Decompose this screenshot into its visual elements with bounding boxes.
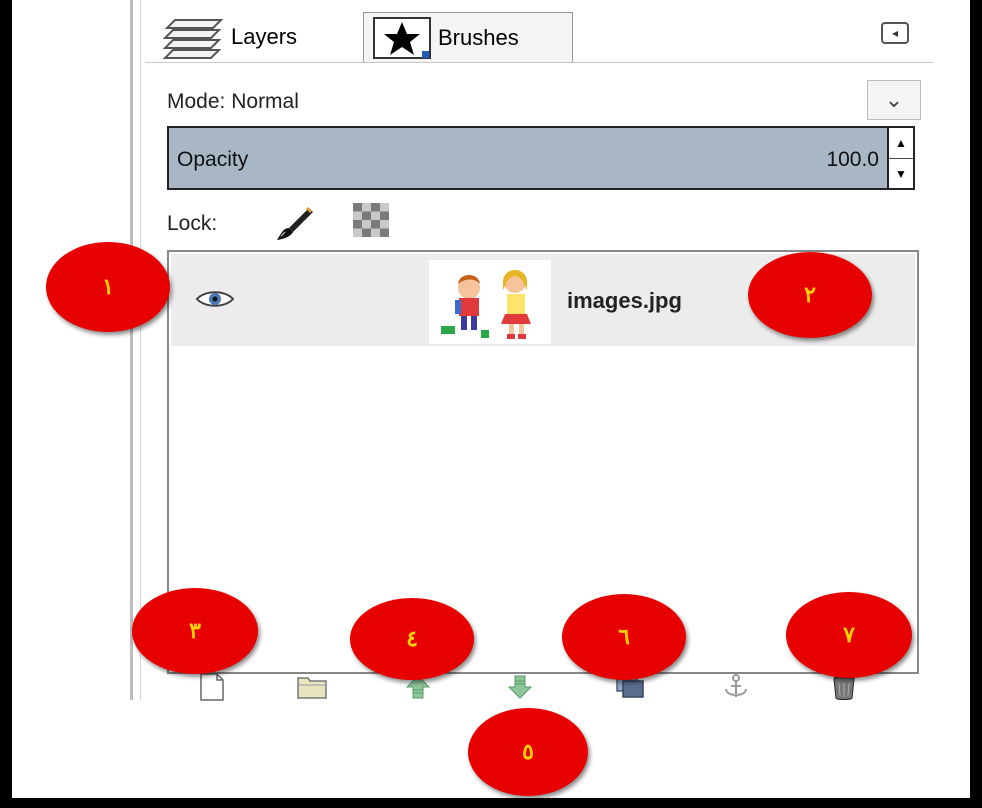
opacity-label: Opacity [177, 148, 249, 171]
mode-label: Mode: [167, 90, 226, 113]
marker-3: ٣ [132, 588, 258, 674]
screenshot-frame: Layers Brushes ◂ Mode: Normal ⌄ Opacity … [12, 0, 970, 798]
new-layer-icon [200, 673, 224, 701]
mode-value: Normal [231, 90, 299, 113]
spin-down-icon[interactable]: ▼ [889, 158, 913, 189]
tab-bar-border [145, 62, 933, 63]
chevron-down-icon: ⌄ [884, 87, 904, 112]
opacity-slider[interactable]: Opacity 100.0 [167, 126, 889, 190]
lock-label: Lock: [167, 212, 218, 235]
layers-dock-panel: Layers Brushes ◂ Mode: Normal ⌄ Opacity … [145, 0, 933, 701]
layers-footer-toolbar [167, 673, 919, 701]
layer-name[interactable]: images.jpg [567, 288, 682, 314]
panel-divider-line [140, 0, 141, 700]
tab-brushes[interactable]: Brushes [363, 12, 573, 62]
opacity-spinner[interactable]: ▲ ▼ [889, 126, 915, 190]
tab-layers[interactable]: Layers [163, 12, 363, 62]
layer-thumbnail-children-image [429, 260, 551, 344]
marker-5: ٥ [468, 708, 588, 796]
eye-visibility-icon[interactable] [195, 288, 235, 310]
lock-pixels-brush-icon[interactable] [275, 204, 315, 244]
marker-1: ١ [46, 242, 170, 332]
layers-icon [163, 19, 224, 59]
new-layer-group-icon [297, 677, 327, 699]
canvas-area [12, 0, 117, 798]
mode-row: Mode: Normal [167, 90, 299, 114]
panel-divider[interactable] [130, 0, 133, 700]
new-layer-group-button[interactable] [295, 670, 329, 704]
marker-6: ٦ [562, 594, 686, 680]
lower-layer-icon [507, 675, 533, 699]
marker-7: ٧ [786, 592, 912, 678]
star-brush-icon [373, 16, 431, 59]
anchor-layer-button[interactable] [719, 670, 753, 704]
lock-alpha-checker-icon[interactable] [353, 203, 389, 237]
marker-2: ٢ [748, 252, 872, 338]
opacity-value: 100.0 [826, 148, 879, 171]
anchor-layer-icon [725, 674, 747, 697]
spin-up-icon[interactable]: ▲ [889, 128, 913, 158]
mode-dropdown-button[interactable]: ⌄ [867, 80, 921, 120]
marker-4: ٤ [350, 598, 474, 680]
tab-layers-label: Layers [231, 24, 298, 49]
new-layer-button[interactable] [195, 670, 229, 704]
configure-tab-icon[interactable]: ◂ [881, 22, 909, 44]
tab-brushes-label: Brushes [438, 24, 519, 50]
lower-layer-button[interactable] [503, 670, 537, 704]
